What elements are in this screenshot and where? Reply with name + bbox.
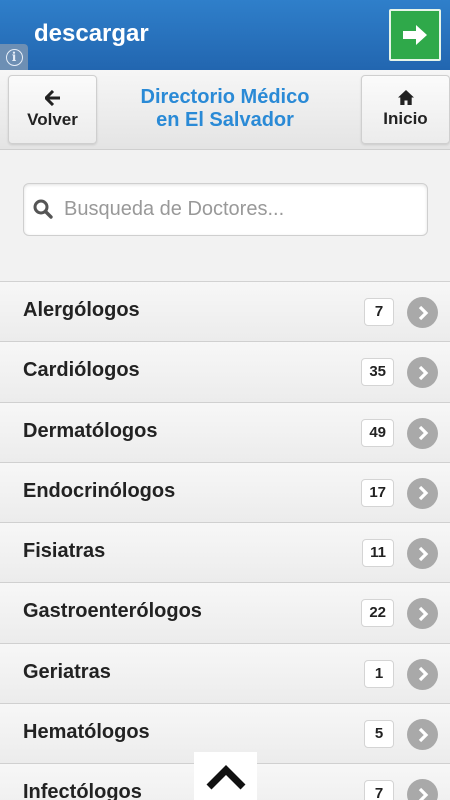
specialty-name: Dermatólogos: [23, 419, 158, 442]
chevron-right-icon: [407, 658, 438, 690]
chevron-right-icon: [407, 297, 438, 328]
chevron-right-icon: [407, 598, 438, 630]
header-bar: Volver Directorio Médico en El Salvador …: [0, 70, 450, 150]
chevron-right-icon: [407, 357, 438, 389]
specialty-list: Alergólogos 7 Cardiólogos 35 Dermatólogo…: [0, 281, 450, 800]
list-item[interactable]: Endocrinólogos 17: [0, 462, 450, 524]
count-badge: 5: [364, 720, 394, 749]
specialty-name: Fisiatras: [23, 540, 106, 563]
list-item[interactable]: Gastroenterólogos 22: [0, 583, 450, 644]
specialty-name: Hematólogos: [23, 721, 150, 744]
specialty-name: Endocrinólogos: [23, 479, 176, 502]
specialty-name: Cardiólogos: [23, 359, 140, 382]
search-input[interactable]: [64, 184, 419, 234]
back-button[interactable]: Volver: [8, 75, 97, 144]
search-box[interactable]: [23, 183, 428, 236]
count-badge: 17: [361, 478, 394, 507]
page-title-line1: Directorio Médico: [140, 86, 310, 108]
search-area: [0, 150, 450, 281]
specialty-name: Infectólogos: [23, 781, 142, 800]
specialty-name: Gastroenterólogos: [23, 600, 202, 623]
chevron-right-icon: [407, 719, 438, 751]
specialty-name: Alergólogos: [23, 299, 140, 321]
list-item[interactable]: Dermatólogos 49: [0, 402, 450, 463]
back-label: Volver: [27, 109, 78, 129]
info-icon[interactable]: i: [0, 44, 28, 70]
chevron-up-icon: [206, 765, 245, 790]
list-item[interactable]: Geriatras 1: [0, 643, 450, 705]
list-item[interactable]: Cardiólogos 35: [0, 342, 450, 403]
home-button[interactable]: Inicio: [361, 75, 450, 144]
page-title-line2: en El Salvador: [156, 109, 294, 131]
scroll-top-button[interactable]: [194, 752, 257, 800]
home-icon: [397, 90, 414, 105]
count-badge: 11: [362, 539, 394, 568]
count-badge: 35: [361, 358, 394, 387]
count-badge: 7: [364, 780, 394, 800]
arrow-right-icon: [403, 25, 427, 45]
ad-go-button[interactable]: [389, 9, 441, 61]
count-badge: 7: [364, 298, 394, 326]
count-badge: 1: [364, 659, 394, 688]
list-item[interactable]: Fisiatras 11: [0, 523, 450, 584]
chevron-right-icon: [407, 417, 438, 449]
search-icon: [33, 199, 53, 219]
page-title: Directorio Médico en El Salvador: [110, 86, 340, 132]
ad-title[interactable]: descargar: [34, 20, 149, 48]
chevron-right-icon: [407, 779, 438, 800]
home-label: Inicio: [383, 109, 428, 128]
list-item[interactable]: Alergólogos 7: [0, 282, 450, 343]
count-badge: 49: [361, 418, 394, 447]
chevron-right-icon: [407, 538, 438, 570]
ad-banner[interactable]: descargar i: [0, 0, 450, 70]
count-badge: 22: [361, 599, 394, 628]
chevron-right-icon: [407, 477, 438, 509]
specialty-name: Geriatras: [23, 660, 111, 683]
arrow-left-icon: [44, 89, 60, 106]
